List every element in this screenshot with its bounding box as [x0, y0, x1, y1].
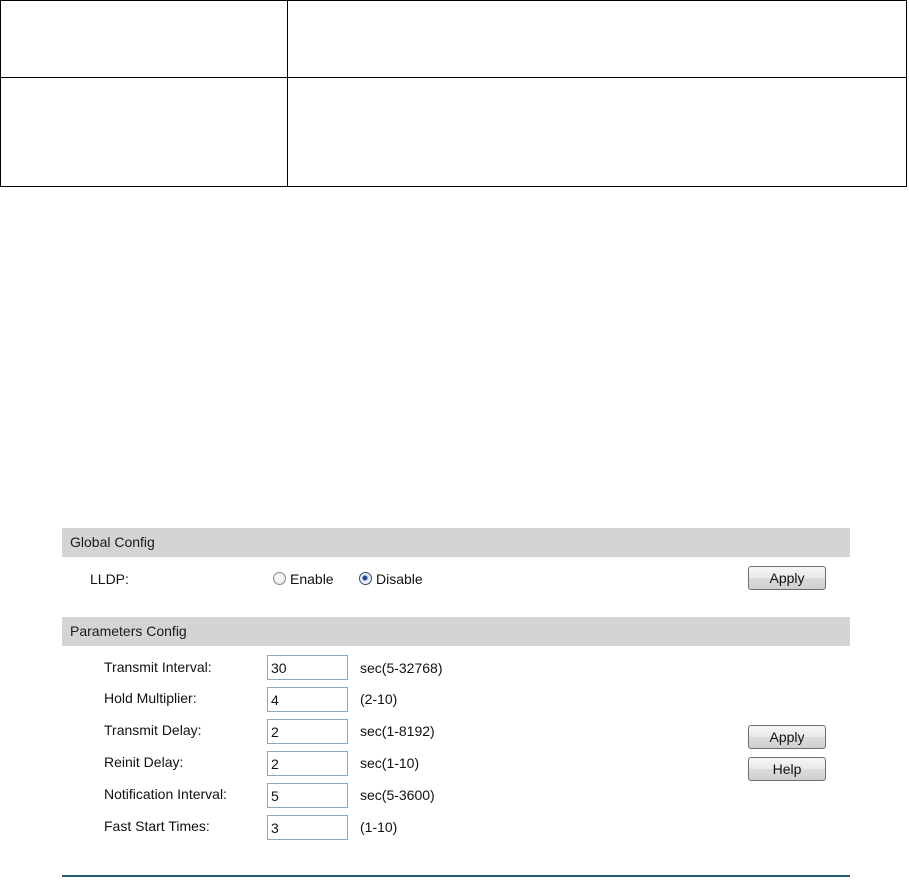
transmit-delay-input[interactable]	[267, 719, 348, 744]
fast-start-times-input[interactable]	[267, 815, 348, 840]
disable-radio-label[interactable]: Disable	[376, 571, 423, 587]
fast-start-times-label: Fast Start Times:	[104, 818, 210, 834]
lldp-config-panel: Global Config LLDP: Enable Disable Apply…	[62, 527, 850, 877]
notification-interval-hint: sec(5-3600)	[360, 787, 435, 803]
hold-multiplier-input[interactable]	[267, 687, 348, 712]
help-button[interactable]: Help	[748, 757, 826, 781]
reinit-delay-input[interactable]	[267, 751, 348, 776]
notification-interval-label: Notification Interval:	[104, 786, 227, 802]
parameters-config-header: Parameters Config	[62, 617, 850, 646]
table-cell	[0, 77, 288, 187]
table-row	[0, 77, 907, 187]
parameters-apply-button[interactable]: Apply	[748, 725, 826, 749]
table-cell	[287, 0, 907, 78]
transmit-interval-input[interactable]	[267, 655, 348, 680]
lldp-label: LLDP:	[90, 571, 129, 587]
disable-radio[interactable]	[359, 572, 372, 585]
notification-interval-input[interactable]	[267, 783, 348, 808]
document-table	[0, 0, 907, 187]
hold-multiplier-label: Hold Multiplier:	[104, 690, 197, 706]
transmit-interval-hint: sec(5-32768)	[360, 660, 443, 676]
enable-radio-label[interactable]: Enable	[290, 571, 334, 587]
global-apply-button[interactable]: Apply	[748, 566, 826, 590]
table-cell	[0, 0, 288, 78]
transmit-interval-label: Transmit Interval:	[104, 659, 212, 675]
bottom-divider	[62, 875, 850, 877]
reinit-delay-label: Reinit Delay:	[104, 754, 184, 770]
transmit-delay-label: Transmit Delay:	[104, 722, 202, 738]
fast-start-times-hint: (1-10)	[360, 819, 398, 835]
reinit-delay-hint: sec(1-10)	[360, 755, 420, 771]
transmit-delay-hint: sec(1-8192)	[360, 723, 435, 739]
enable-radio[interactable]	[273, 572, 286, 585]
global-config-header: Global Config	[62, 528, 850, 557]
hold-multiplier-hint: (2-10)	[360, 691, 398, 707]
table-cell	[287, 77, 907, 187]
table-row	[0, 0, 907, 78]
